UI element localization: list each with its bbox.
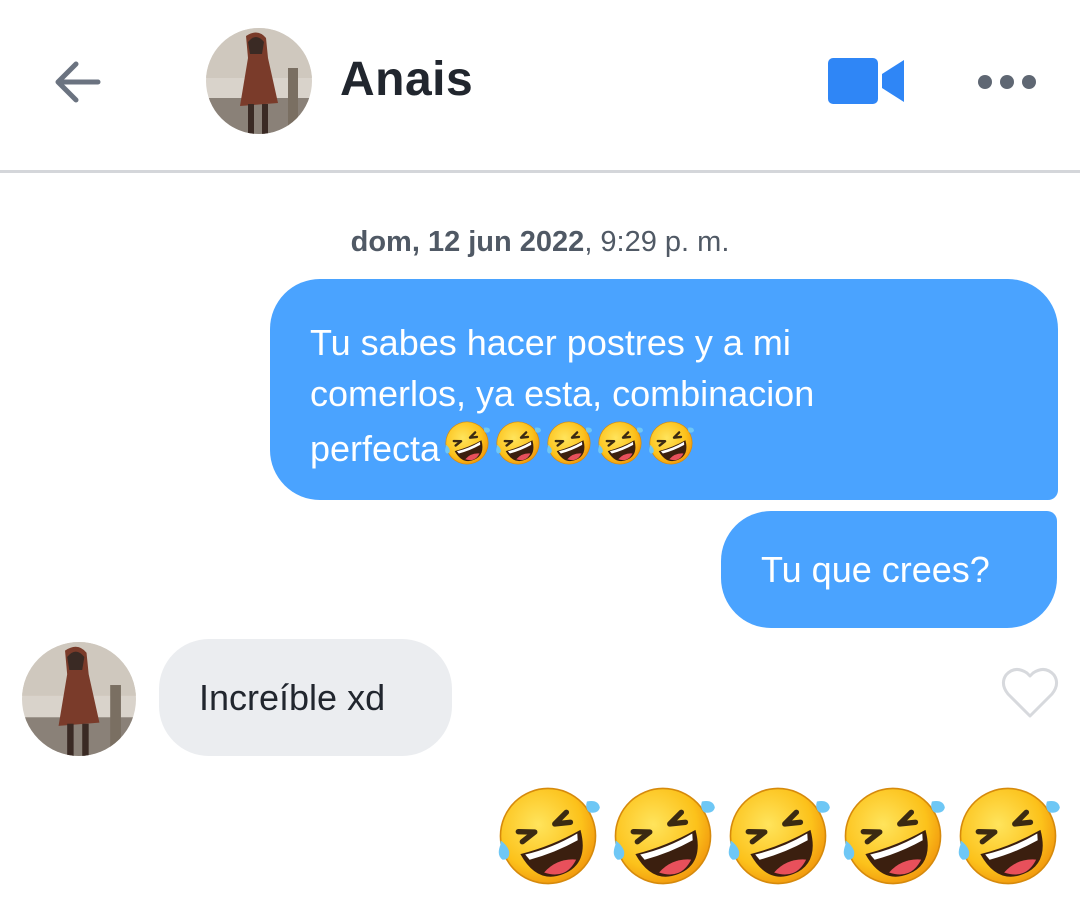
- video-call-button[interactable]: [826, 56, 908, 108]
- message-text-line: Tu sabes hacer postres y a mi: [310, 322, 791, 363]
- rofl-emoji-icon: [724, 782, 832, 890]
- contact-avatar-small[interactable]: [22, 642, 136, 756]
- timestamp-date: dom, 12 jun 2022: [350, 226, 585, 258]
- rofl-emoji-icon: [609, 782, 717, 890]
- timestamp-time: , 9:29 p. m.: [584, 226, 730, 258]
- received-message-bubble[interactable]: Increíble xd: [159, 639, 452, 756]
- contact-name[interactable]: Anais: [340, 52, 473, 107]
- inline-emoji-group: [438, 414, 700, 480]
- contact-avatar[interactable]: [206, 28, 312, 134]
- rofl-emoji-icon: [591, 414, 649, 472]
- rofl-emoji-icon: [540, 414, 598, 472]
- chat-header: Anais: [0, 0, 1080, 173]
- rofl-emoji-icon: [438, 414, 496, 472]
- rofl-emoji-icon: [954, 782, 1062, 890]
- rofl-emoji-icon: [839, 782, 947, 890]
- message-text: Increíble xd: [199, 677, 386, 718]
- rofl-emoji-icon: [489, 414, 547, 472]
- message-text: Tu que crees?: [761, 549, 990, 590]
- rofl-emoji-icon: [494, 782, 602, 890]
- more-dots-icon: [978, 75, 1036, 89]
- sent-message-bubble[interactable]: Tu sabes hacer postres y a mi comerlos, …: [270, 279, 1058, 500]
- message-text-line: perfecta: [310, 414, 1018, 480]
- rofl-emoji-icon: [642, 414, 700, 472]
- arrow-left-icon: [55, 61, 101, 103]
- sent-message-bubble[interactable]: Tu que crees?: [721, 511, 1057, 628]
- message-text-line: comerlos, ya esta, combinacion: [310, 373, 815, 414]
- more-options-button[interactable]: [974, 64, 1040, 100]
- back-button[interactable]: [50, 52, 110, 112]
- video-camera-icon: [828, 58, 904, 104]
- message-timestamp: dom, 12 jun 2022, 9:29 p. m.: [0, 226, 1080, 259]
- like-button[interactable]: [1000, 664, 1060, 720]
- sent-emoji-message[interactable]: [494, 782, 1064, 894]
- heart-outline-icon: [1001, 668, 1059, 718]
